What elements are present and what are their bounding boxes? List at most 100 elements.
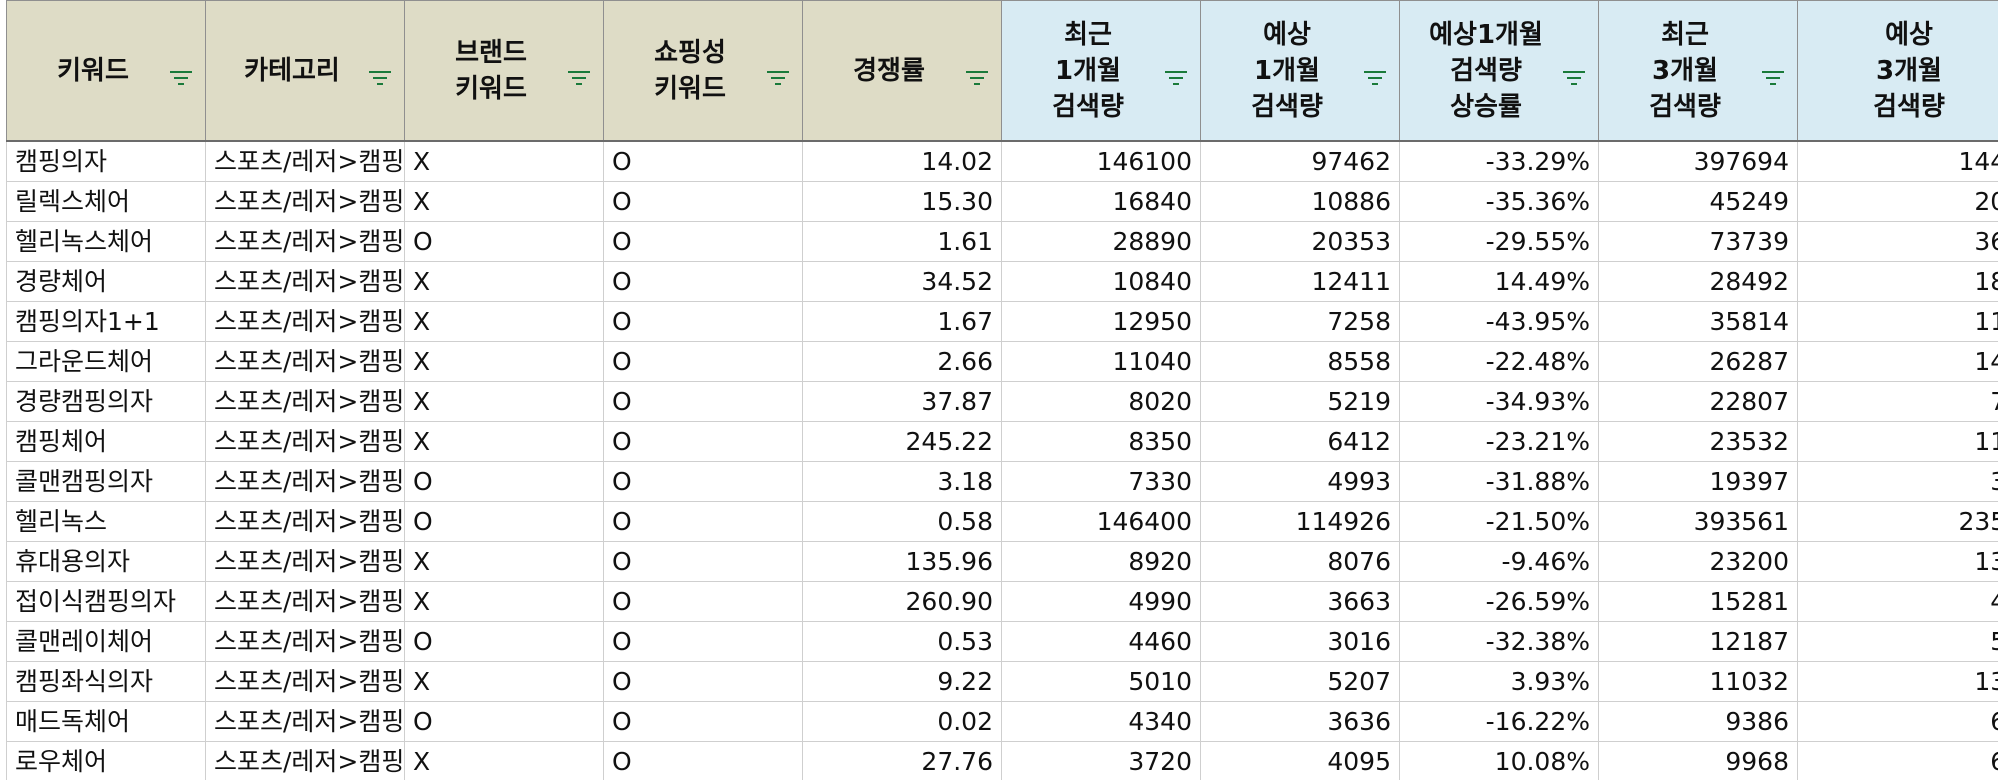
cell-brand-keyword[interactable]: X bbox=[404, 140, 604, 182]
cell-competition[interactable]: 0.53 bbox=[802, 621, 1002, 662]
cell-category[interactable]: 스포츠/레저>캠핑 bbox=[205, 621, 405, 662]
cell-expected-1m-volume[interactable]: 3663 bbox=[1200, 581, 1400, 622]
cell-expected-1m-growth[interactable]: -26.59% bbox=[1399, 581, 1599, 622]
cell-expected-3m-volume[interactable]: 725 bbox=[1797, 381, 1998, 422]
cell-competition[interactable]: 1.67 bbox=[802, 301, 1002, 342]
cell-category[interactable]: 스포츠/레저>캠핑 bbox=[205, 661, 405, 702]
cell-expected-1m-volume[interactable]: 8558 bbox=[1200, 341, 1400, 382]
cell-competition[interactable]: 260.90 bbox=[802, 581, 1002, 622]
cell-recent-3m-volume[interactable]: 73739 bbox=[1598, 221, 1798, 262]
cell-brand-keyword[interactable]: X bbox=[404, 341, 604, 382]
cell-competition[interactable]: 245.22 bbox=[802, 421, 1002, 462]
cell-shopping-keyword[interactable]: O bbox=[603, 661, 803, 702]
column-header-expected-1m-growth[interactable]: 예상1개월 검색량 상승률 bbox=[1399, 0, 1599, 142]
cell-expected-3m-volume[interactable]: 2055 bbox=[1797, 181, 1998, 222]
cell-recent-1m-volume[interactable]: 5010 bbox=[1001, 661, 1201, 702]
cell-recent-1m-volume[interactable]: 7330 bbox=[1001, 461, 1201, 502]
cell-keyword[interactable]: 캠핑의자 bbox=[6, 140, 206, 182]
cell-recent-3m-volume[interactable]: 9968 bbox=[1598, 741, 1798, 780]
cell-expected-1m-growth[interactable]: 3.93% bbox=[1399, 661, 1599, 702]
cell-recent-3m-volume[interactable]: 23532 bbox=[1598, 421, 1798, 462]
cell-expected-3m-volume[interactable]: 1806 bbox=[1797, 261, 1998, 302]
cell-brand-keyword[interactable]: X bbox=[404, 261, 604, 302]
cell-expected-3m-volume[interactable]: 1444 bbox=[1797, 341, 1998, 382]
cell-recent-3m-volume[interactable]: 28492 bbox=[1598, 261, 1798, 302]
cell-brand-keyword[interactable]: X bbox=[404, 381, 604, 422]
cell-expected-1m-growth[interactable]: -43.95% bbox=[1399, 301, 1599, 342]
cell-recent-1m-volume[interactable]: 146100 bbox=[1001, 140, 1201, 182]
cell-expected-3m-volume[interactable]: 1139 bbox=[1797, 421, 1998, 462]
cell-recent-1m-volume[interactable]: 12950 bbox=[1001, 301, 1201, 342]
cell-expected-1m-growth[interactable]: 10.08% bbox=[1399, 741, 1599, 780]
cell-recent-1m-volume[interactable]: 4340 bbox=[1001, 701, 1201, 742]
cell-recent-3m-volume[interactable]: 15281 bbox=[1598, 581, 1798, 622]
cell-expected-3m-volume[interactable]: 1157 bbox=[1797, 301, 1998, 342]
cell-keyword[interactable]: 경량체어 bbox=[6, 261, 206, 302]
cell-shopping-keyword[interactable]: O bbox=[603, 221, 803, 262]
cell-expected-1m-growth[interactable]: -31.88% bbox=[1399, 461, 1599, 502]
cell-shopping-keyword[interactable]: O bbox=[603, 301, 803, 342]
cell-keyword[interactable]: 캠핑체어 bbox=[6, 421, 206, 462]
filter-icon[interactable] bbox=[1562, 61, 1586, 85]
column-header-recent-1m-volume[interactable]: 최근 1개월 검색량 bbox=[1001, 0, 1201, 142]
cell-shopping-keyword[interactable]: O bbox=[603, 581, 803, 622]
cell-expected-3m-volume[interactable]: 388 bbox=[1797, 461, 1998, 502]
cell-expected-1m-growth[interactable]: -21.50% bbox=[1399, 501, 1599, 542]
cell-expected-1m-growth[interactable]: -23.21% bbox=[1399, 421, 1599, 462]
filter-icon[interactable] bbox=[368, 61, 392, 85]
cell-expected-1m-volume[interactable]: 5219 bbox=[1200, 381, 1400, 422]
cell-keyword[interactable]: 캠핑의자1+1 bbox=[6, 301, 206, 342]
cell-expected-3m-volume[interactable]: 1388 bbox=[1797, 541, 1998, 582]
cell-recent-3m-volume[interactable]: 22807 bbox=[1598, 381, 1798, 422]
cell-recent-3m-volume[interactable]: 11032 bbox=[1598, 661, 1798, 702]
cell-expected-1m-volume[interactable]: 4993 bbox=[1200, 461, 1400, 502]
cell-expected-1m-volume[interactable]: 5207 bbox=[1200, 661, 1400, 702]
cell-competition[interactable]: 9.22 bbox=[802, 661, 1002, 702]
cell-shopping-keyword[interactable]: O bbox=[603, 501, 803, 542]
cell-competition[interactable]: 37.87 bbox=[802, 381, 1002, 422]
cell-category[interactable]: 스포츠/레저>캠핑 bbox=[205, 261, 405, 302]
cell-brand-keyword[interactable]: X bbox=[404, 301, 604, 342]
cell-category[interactable]: 스포츠/레저>캠핑 bbox=[205, 301, 405, 342]
cell-keyword[interactable]: 콜맨캠핑의자 bbox=[6, 461, 206, 502]
cell-competition[interactable]: 15.30 bbox=[802, 181, 1002, 222]
column-header-competition[interactable]: 경쟁률 bbox=[802, 0, 1002, 142]
cell-expected-3m-volume[interactable]: 661 bbox=[1797, 701, 1998, 742]
cell-keyword[interactable]: 헬리녹스체어 bbox=[6, 221, 206, 262]
cell-competition[interactable]: 0.02 bbox=[802, 701, 1002, 742]
cell-shopping-keyword[interactable]: O bbox=[603, 341, 803, 382]
cell-keyword[interactable]: 그라운드체어 bbox=[6, 341, 206, 382]
cell-keyword[interactable]: 로우체어 bbox=[6, 741, 206, 780]
cell-keyword[interactable]: 접이식캠핑의자 bbox=[6, 581, 206, 622]
cell-recent-3m-volume[interactable]: 19397 bbox=[1598, 461, 1798, 502]
cell-competition[interactable]: 34.52 bbox=[802, 261, 1002, 302]
cell-category[interactable]: 스포츠/레저>캠핑 bbox=[205, 581, 405, 622]
cell-category[interactable]: 스포츠/레저>캠핑 bbox=[205, 140, 405, 182]
cell-shopping-keyword[interactable]: O bbox=[603, 181, 803, 222]
cell-brand-keyword[interactable]: X bbox=[404, 181, 604, 222]
cell-recent-1m-volume[interactable]: 16840 bbox=[1001, 181, 1201, 222]
cell-shopping-keyword[interactable]: O bbox=[603, 541, 803, 582]
column-header-category[interactable]: 카테고리 bbox=[205, 0, 405, 142]
cell-recent-3m-volume[interactable]: 397694 bbox=[1598, 140, 1798, 182]
cell-brand-keyword[interactable]: O bbox=[404, 461, 604, 502]
cell-expected-1m-volume[interactable]: 3636 bbox=[1200, 701, 1400, 742]
cell-expected-3m-volume[interactable]: 3623 bbox=[1797, 221, 1998, 262]
cell-expected-3m-volume[interactable]: 23529 bbox=[1797, 501, 1998, 542]
cell-expected-1m-growth[interactable]: -29.55% bbox=[1399, 221, 1599, 262]
cell-recent-3m-volume[interactable]: 23200 bbox=[1598, 541, 1798, 582]
cell-brand-keyword[interactable]: X bbox=[404, 581, 604, 622]
cell-expected-1m-volume[interactable]: 10886 bbox=[1200, 181, 1400, 222]
filter-icon[interactable] bbox=[567, 61, 591, 85]
cell-competition[interactable]: 1.61 bbox=[802, 221, 1002, 262]
cell-category[interactable]: 스포츠/레저>캠핑 bbox=[205, 181, 405, 222]
cell-shopping-keyword[interactable]: O bbox=[603, 140, 803, 182]
cell-recent-3m-volume[interactable]: 12187 bbox=[1598, 621, 1798, 662]
cell-shopping-keyword[interactable]: O bbox=[603, 701, 803, 742]
cell-recent-1m-volume[interactable]: 10840 bbox=[1001, 261, 1201, 302]
cell-competition[interactable]: 14.02 bbox=[802, 140, 1002, 182]
filter-icon[interactable] bbox=[965, 61, 989, 85]
cell-shopping-keyword[interactable]: O bbox=[603, 621, 803, 662]
cell-expected-1m-growth[interactable]: -22.48% bbox=[1399, 341, 1599, 382]
cell-keyword[interactable]: 매드독체어 bbox=[6, 701, 206, 742]
